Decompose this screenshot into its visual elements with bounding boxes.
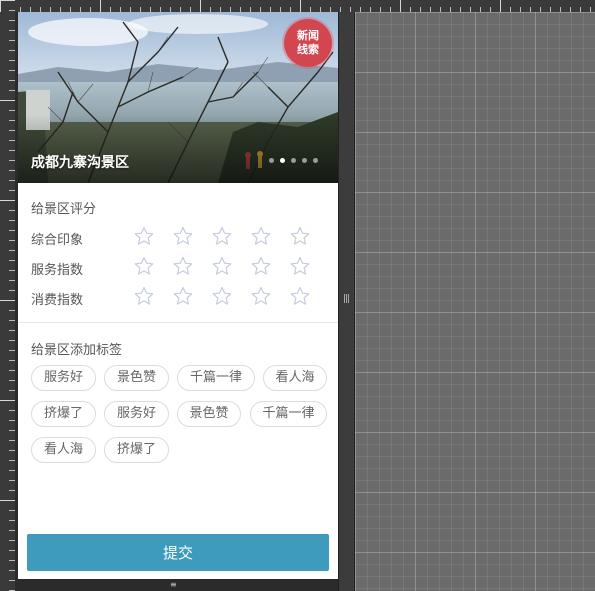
- star-rating[interactable]: [124, 256, 319, 278]
- rating-row-cost: 消费指数: [31, 286, 331, 308]
- submit-button[interactable]: 提交: [27, 534, 329, 571]
- star-icon[interactable]: [202, 286, 241, 308]
- news-tip-button[interactable]: 新闻 线索: [284, 19, 332, 67]
- star-icon[interactable]: [241, 226, 280, 248]
- star-rating[interactable]: [124, 226, 319, 248]
- carousel-dot[interactable]: [302, 158, 307, 163]
- carousel-dot[interactable]: [291, 158, 296, 163]
- carousel-dot[interactable]: [269, 158, 274, 163]
- star-icon[interactable]: [280, 256, 319, 278]
- tag-chip[interactable]: 看人海: [263, 365, 327, 391]
- splitter-grip-icon[interactable]: |||: [343, 294, 350, 304]
- star-icon[interactable]: [280, 286, 319, 308]
- tag-chip[interactable]: 挤爆了: [31, 401, 96, 427]
- rating-row-overall: 综合印象: [31, 226, 331, 248]
- news-tip-line1: 新闻: [297, 29, 319, 42]
- rating-section-title: 给景区评分: [31, 202, 97, 217]
- vertical-ruler-major-ticks: [0, 0, 15, 591]
- rating-label: 服务指数: [31, 263, 84, 278]
- carousel-dot-active[interactable]: [280, 158, 285, 163]
- star-icon[interactable]: [241, 286, 280, 308]
- panel-splitter[interactable]: |||: [338, 12, 355, 591]
- canvas-grid: [355, 12, 595, 591]
- bottom-resize-grip-icon[interactable]: ≡: [170, 581, 177, 589]
- star-icon[interactable]: [202, 256, 241, 278]
- star-icon[interactable]: [124, 256, 163, 278]
- star-icon[interactable]: [202, 226, 241, 248]
- banner-carousel[interactable]: 成都九寨沟景区 新闻 线索: [18, 12, 338, 183]
- rating-label: 消费指数: [31, 293, 84, 308]
- tags-section-title: 给景区添加标签: [31, 343, 123, 358]
- tag-chip[interactable]: 景色赞: [104, 365, 169, 391]
- rating-row-service: 服务指数: [31, 256, 331, 278]
- tag-chip[interactable]: 看人海: [31, 437, 96, 463]
- carousel-dot[interactable]: [313, 158, 318, 163]
- carousel-indicators: [269, 158, 318, 163]
- tag-chip[interactable]: 服务好: [31, 365, 96, 391]
- star-icon[interactable]: [163, 226, 202, 248]
- star-icon[interactable]: [124, 286, 163, 308]
- horizontal-ruler-major-ticks: [0, 0, 595, 12]
- star-icon[interactable]: [163, 286, 202, 308]
- star-icon[interactable]: [124, 226, 163, 248]
- news-tip-line2: 线索: [297, 43, 319, 56]
- tag-chip[interactable]: 服务好: [104, 401, 169, 427]
- tag-chip[interactable]: 千篇一律: [250, 401, 327, 427]
- rating-label: 综合印象: [31, 233, 84, 248]
- star-icon[interactable]: [280, 226, 319, 248]
- tag-chip[interactable]: 千篇一律: [177, 365, 255, 391]
- section-divider: [18, 322, 338, 323]
- phone-preview: 成都九寨沟景区 新闻 线索 给景区评分 综合印象 服务指数 消费指数 给景区添加…: [18, 12, 338, 579]
- banner-title: 成都九寨沟景区: [31, 155, 129, 171]
- star-icon[interactable]: [241, 256, 280, 278]
- star-rating[interactable]: [124, 286, 319, 308]
- tag-chip[interactable]: 景色赞: [177, 401, 241, 427]
- star-icon[interactable]: [163, 256, 202, 278]
- tag-chip[interactable]: 挤爆了: [104, 437, 169, 463]
